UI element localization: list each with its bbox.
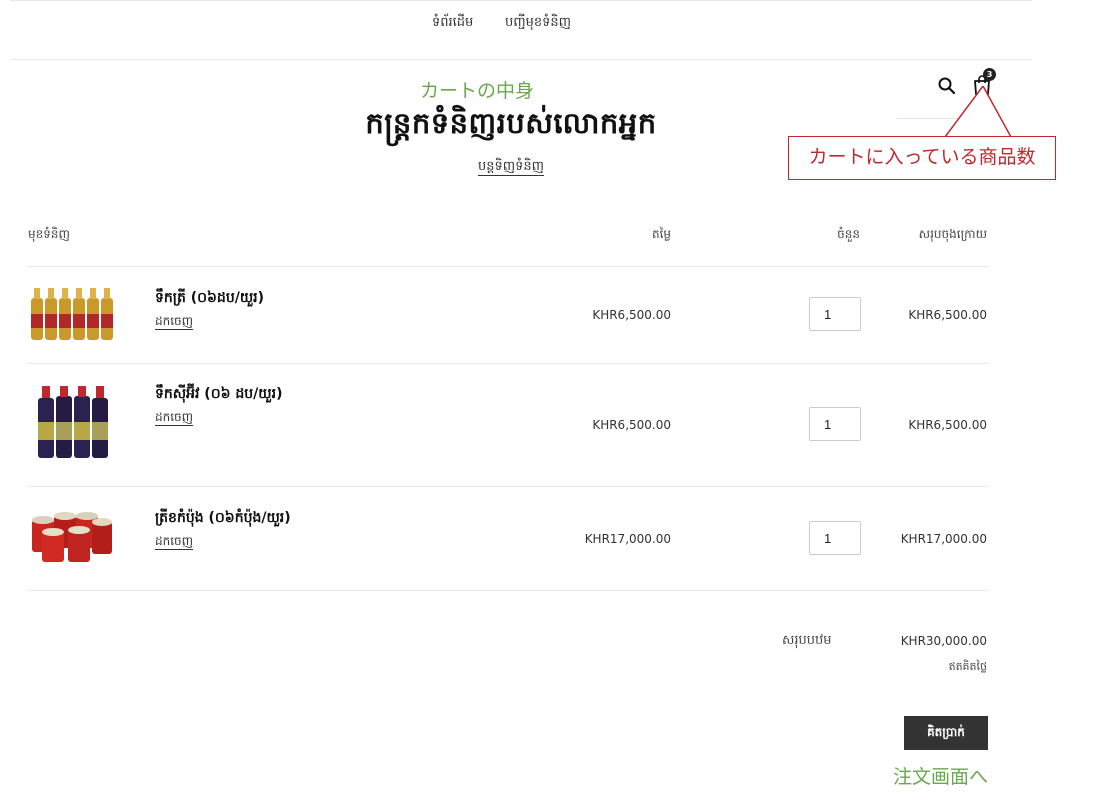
header-divider [10, 59, 1032, 60]
subtotal-label: សរុបបឋម [782, 633, 832, 648]
nav-product-list[interactable]: បញ្ជីមុខទំនិញ [505, 14, 571, 33]
header-price: តម្លៃ [651, 227, 671, 241]
product-title[interactable]: ទឹកស៊ីអ៊ីវ (០៦ ដប/យួរ) [155, 384, 282, 405]
row-divider [28, 266, 988, 267]
product-image-fish-sauce[interactable] [28, 286, 116, 342]
line-total: KHR17,000.00 [900, 532, 987, 546]
unit-price: KHR6,500.00 [592, 308, 671, 322]
unit-price: KHR17,000.00 [584, 532, 671, 546]
shipping-tax-note: ឥតគិតថ្លៃ [948, 660, 987, 673]
product-title[interactable]: ទឹកត្រី (០៦ដប/យួរ) [155, 288, 264, 309]
header-line-total: សរុបចុងក្រោយ [918, 227, 987, 241]
row-divider [28, 486, 988, 487]
product-image-canned-fish[interactable] [28, 508, 116, 564]
row-divider [28, 590, 988, 591]
remove-link[interactable]: ដកចេញ [155, 410, 194, 426]
line-total: KHR6,500.00 [908, 308, 987, 322]
product-image-soy-sauce[interactable] [28, 384, 116, 462]
nav-home[interactable]: ទំព័រដើម [432, 14, 473, 33]
header-quantity: ចំនួន [837, 227, 860, 241]
top-divider [10, 0, 1032, 1]
checkout-annotation: 注文画面へ [893, 766, 989, 788]
cart-contents-annotation: カートの中身 [420, 80, 535, 102]
subtotal-value: KHR30,000.00 [900, 634, 987, 648]
line-total: KHR6,500.00 [908, 418, 987, 432]
header-product: មុខទំនិញ [28, 227, 70, 241]
remove-link[interactable]: ដកចេញ [155, 534, 194, 550]
row-divider [28, 363, 988, 364]
remove-link[interactable]: ដកចេញ [155, 314, 194, 330]
cart-count-callout: カートに入っている商品数 [788, 136, 1056, 180]
cart-count-badge: 3 [983, 68, 996, 81]
unit-price: KHR6,500.00 [592, 418, 671, 432]
callout-pointer [943, 86, 1013, 139]
checkout-button[interactable]: គិតប្រាក់ [904, 716, 988, 750]
continue-shopping-label[interactable]: បន្តទិញទំនិញ [477, 159, 544, 176]
product-title[interactable]: ត្រីខកំប៉ុង (០៦កំប៉ុង/យួរ) [155, 508, 291, 529]
